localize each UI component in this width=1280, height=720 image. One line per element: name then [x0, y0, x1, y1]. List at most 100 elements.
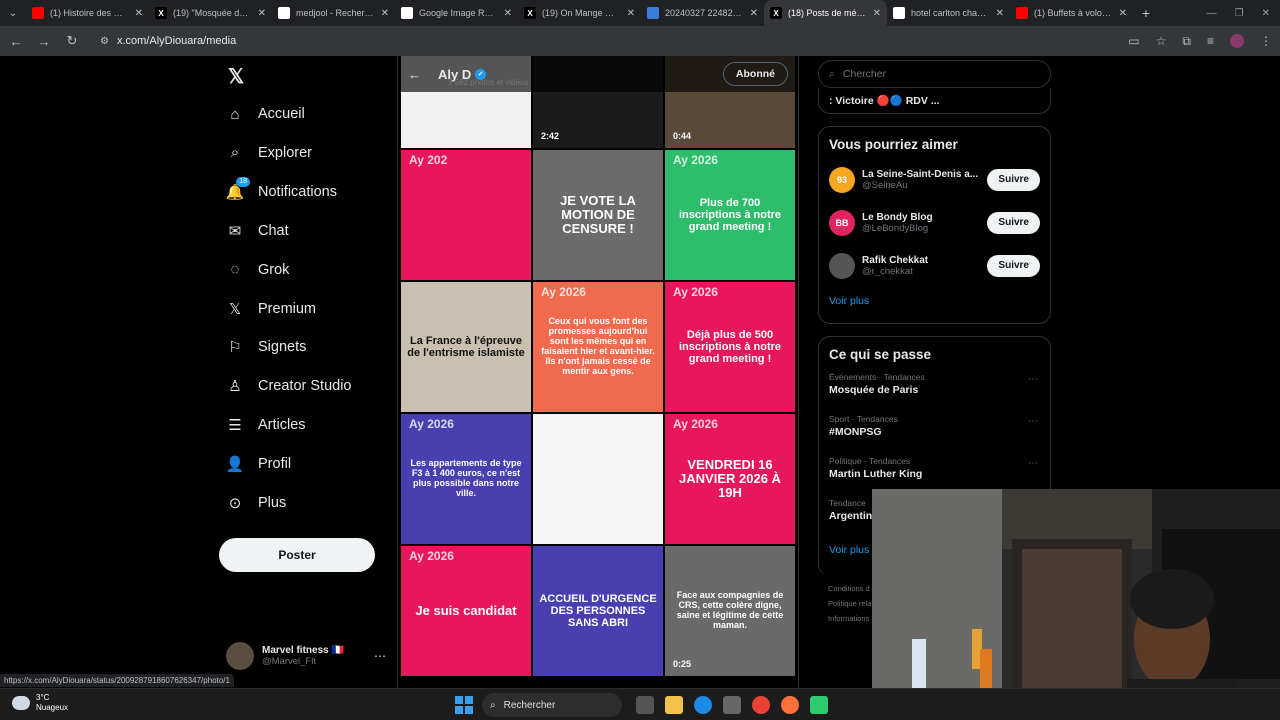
back-arrow-icon[interactable]: ← — [408, 67, 438, 82]
webcam-image — [872, 489, 1280, 720]
weather-widget[interactable]: 3°C Nuageux — [12, 693, 68, 712]
close-tab-icon[interactable]: ✕ — [627, 8, 635, 19]
file-explorer-icon[interactable] — [665, 696, 683, 714]
browser-tab[interactable]: X (19) "Mosquée de Paris" ✕ — [149, 0, 272, 26]
trend-item[interactable]: Événements · Tendances Mosquée de Paris ⋯ — [819, 368, 1050, 410]
browser-tab[interactable]: X (19) On Mange Quoi ✕ — [518, 0, 641, 26]
media-tile[interactable]: Ay 2026 Les appartements de type F3 à 1 4… — [401, 414, 531, 544]
browser-toolbar: ← → ↻ ⚙ x.com/AlyDiouara/media ▭ ☆ ⧉ ≡ ⋮ — [0, 26, 1280, 56]
site-info-icon[interactable]: ⚙ — [100, 36, 109, 47]
post-button[interactable]: Poster — [219, 538, 375, 572]
avatar: 93 — [829, 166, 855, 193]
tab-search-icon[interactable]: ⌄ — [0, 0, 26, 26]
suggestion-row[interactable]: Rafik Chekkat @r_chekkat Suivre — [819, 244, 1050, 287]
edge-icon[interactable] — [694, 696, 712, 714]
browser-tab[interactable]: Google Image Result ✕ — [395, 0, 518, 26]
media-tile[interactable]: Face aux compagnies de CRS, cette colère… — [665, 546, 795, 676]
media-tile[interactable] — [533, 414, 663, 544]
firefox-icon[interactable] — [781, 696, 799, 714]
back-icon[interactable]: ← — [8, 34, 24, 49]
close-tab-icon[interactable]: ✕ — [1119, 8, 1127, 19]
more-icon[interactable]: ⋯ — [374, 649, 386, 663]
browser-tab[interactable]: medjool - Recherche Google ✕ — [272, 0, 395, 26]
footer-link[interactable]: Conditions d — [828, 584, 870, 593]
browser-menu-icon[interactable]: ⋮ — [1260, 34, 1272, 48]
media-tile[interactable]: Ay 2026 Je suis candidat — [401, 546, 531, 676]
browser-tab-strip: ⌄ (1) Histoire des Romains ✕ X (19) "Mosqué… — [0, 0, 1280, 26]
browser-tab[interactable]: hotel carlton chambre ✕ — [887, 0, 1010, 26]
profile-avatar[interactable] — [1230, 34, 1244, 48]
nav-item-notifications[interactable]: 🔔 18 Notifications — [226, 175, 337, 209]
window-controls: — ❐ ✕ — [1207, 8, 1280, 19]
close-tab-icon[interactable]: ✕ — [873, 8, 881, 19]
x-logo-icon[interactable]: 𝕏 — [228, 64, 244, 89]
media-tile[interactable]: Ay 2026 Plus de 700 inscriptions à notre … — [665, 150, 795, 280]
more-icon[interactable]: ⋯ — [1028, 416, 1038, 427]
extensions-icon[interactable]: ⧉ — [1182, 34, 1191, 49]
weather-temp: 3°C — [36, 693, 50, 702]
chrome-icon[interactable] — [752, 696, 770, 714]
media-tile[interactable]: Ay 202 — [401, 150, 531, 280]
browser-tab[interactable]: X (18) Posts de médias ✕ — [764, 0, 887, 26]
suggestion-row[interactable]: 93 La Seine-Saint-Denis a... @SeineAu Suivr… — [819, 158, 1050, 201]
tile-text: JE VOTE LA MOTION DE CENSURE ! — [560, 192, 636, 237]
close-tab-icon[interactable]: ✕ — [258, 8, 266, 19]
media-tile[interactable]: ACCUEIL D'URGENCE DES PERSONNES SANS ABR… — [533, 546, 663, 676]
nav-item-grok[interactable]: ◌ Grok — [226, 253, 290, 287]
more-icon[interactable]: ⋯ — [1028, 374, 1038, 385]
taskbar-search[interactable]: ⌕ Rechercher — [482, 693, 622, 717]
close-tab-icon[interactable]: ✕ — [135, 8, 143, 19]
follow-button[interactable]: Suivre — [987, 211, 1040, 234]
media-tile[interactable]: Ay 2026 Ceux qui vous font des promesses … — [533, 282, 663, 412]
task-view-icon[interactable] — [636, 696, 654, 714]
windows-start-icon[interactable] — [455, 696, 473, 714]
creator-icon: ♙ — [228, 378, 242, 396]
follow-button[interactable]: Suivre — [987, 254, 1040, 277]
media-tile[interactable]: Ay 2026 Déjà plus de 500 inscriptions à n… — [665, 282, 795, 412]
reload-icon[interactable]: ↻ — [64, 33, 80, 49]
browser-tab[interactable]: 20240327 224826 hd ✕ — [641, 0, 764, 26]
address-bar[interactable]: ⚙ x.com/AlyDiouara/media — [92, 30, 1117, 52]
more-icon[interactable]: ⋯ — [1028, 458, 1038, 469]
cast-icon[interactable]: ▭ — [1128, 34, 1139, 48]
nav-item-creator-studio[interactable]: ♙ Creator Studio — [226, 369, 351, 403]
footer-link[interactable]: Informations — [828, 614, 869, 623]
minimize-icon[interactable]: — — [1207, 8, 1217, 19]
close-tab-icon[interactable]: ✕ — [996, 8, 1004, 19]
close-tab-icon[interactable]: ✕ — [381, 8, 389, 19]
browser-tab[interactable]: (1) Histoire des Romains ✕ — [26, 0, 149, 26]
nav-item-explorer[interactable]: ⌕ Explorer — [226, 136, 312, 170]
nav-item-accueil[interactable]: ⌂ Accueil — [226, 97, 305, 131]
nav-item-articles[interactable]: ☰ Articles — [226, 408, 305, 442]
see-more-link[interactable]: Voir plus — [819, 287, 1050, 319]
media-tile[interactable]: Ay 2026 VENDREDI 16 JANVIER 2026 À 19H — [665, 414, 795, 544]
following-button[interactable]: Abonné — [722, 62, 788, 86]
footer-link[interactable]: Politique rela — [828, 599, 871, 608]
nav-item-chat[interactable]: ✉ Chat — [226, 214, 289, 248]
live-event[interactable]: : Victoire 🔴🔵 RDV ... — [818, 88, 1051, 114]
media-control-icon[interactable]: ≡ — [1207, 34, 1214, 48]
close-window-icon[interactable]: ✕ — [1262, 8, 1270, 19]
nav-item-plus[interactable]: ⊙ Plus — [226, 486, 287, 520]
nav-item-profil[interactable]: 👤 Profil — [226, 447, 291, 481]
store-icon[interactable] — [723, 696, 741, 714]
search-input[interactable]: ⌕ Chercher — [818, 60, 1051, 88]
new-tab-button[interactable]: + — [1133, 5, 1159, 21]
close-tab-icon[interactable]: ✕ — [750, 8, 758, 19]
follow-button[interactable]: Suivre — [987, 168, 1040, 191]
browser-tab[interactable]: (1) Buffets à volonté ✕ — [1010, 0, 1133, 26]
forward-icon[interactable]: → — [36, 34, 52, 49]
maximize-icon[interactable]: ❐ — [1235, 8, 1244, 19]
bookmark-star-icon[interactable]: ☆ — [1156, 34, 1167, 48]
close-tab-icon[interactable]: ✕ — [504, 8, 512, 19]
trend-item[interactable]: Sport · Tendances #MONPSG ⋯ — [819, 410, 1050, 452]
media-tile[interactable]: JE VOTE LA MOTION DE CENSURE ! — [533, 150, 663, 280]
account-switcher[interactable]: Marvel fitness 🇫🇷 @Marvel_Flt ⋯ — [226, 642, 386, 670]
suggestion-row[interactable]: BB Le Bondy Blog @LeBondyBlog Suivre — [819, 201, 1050, 244]
app-icon[interactable] — [810, 696, 828, 714]
nav-item-label: Accueil — [258, 106, 305, 122]
nav-item-signets[interactable]: ⚐ Signets — [226, 330, 306, 364]
nav-item-premium[interactable]: 𝕏 Premium — [226, 292, 316, 326]
media-tile[interactable]: La France à l'épreuve de l'entrisme isla… — [401, 282, 531, 412]
trend-item[interactable]: Politique · Tendances Martin Luther King ⋯ — [819, 452, 1050, 494]
